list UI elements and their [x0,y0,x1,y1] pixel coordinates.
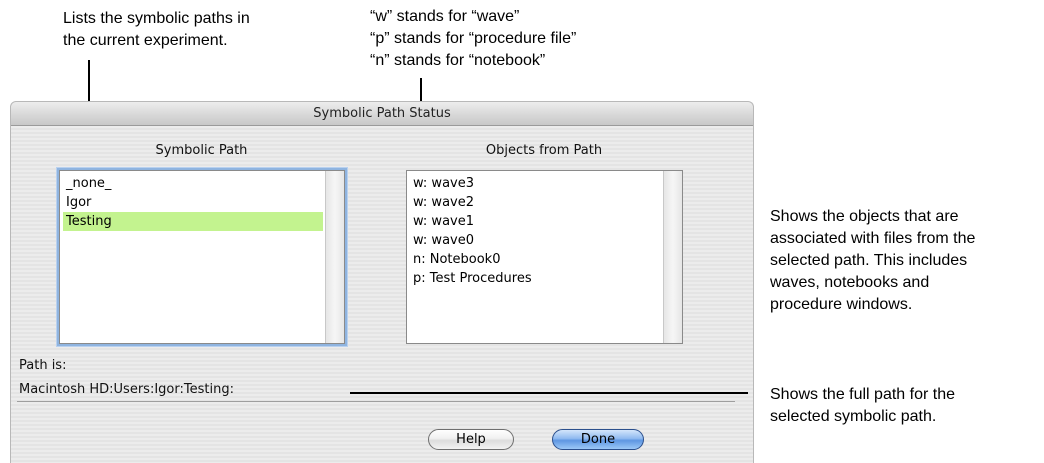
full-path-annotation: Shows the full path for the selected sym… [770,384,955,428]
path-label: Path is: [19,358,67,373]
symbolic-path-status-dialog: Symbolic Path Status Symbolic Path Objec… [10,101,754,463]
path-value: Macintosh HD:Users:Igor:Testing: [19,382,234,397]
annotation-line: “p” stands for “procedure file” [370,30,577,47]
annotation-line: procedure windows. [770,296,913,313]
annotation-line: “n” stands for “notebook” [370,52,546,69]
list-item[interactable]: _none_ [63,174,323,193]
annotation-line: selected symbolic path. [770,408,937,425]
symbolic-path-header: Symbolic Path [155,143,248,158]
objects-annotation: Shows the objects that are associated wi… [770,206,975,316]
list-item[interactable]: n: Notebook0 [410,250,661,269]
annotation-line: associated with files from the [770,230,976,247]
list-item-selected[interactable]: Testing [63,212,323,231]
objects-list[interactable]: w: wave3 w: wave2 w: wave1 w: wave0 n: N… [406,170,683,344]
annotation-line: the current experiment. [63,32,228,49]
separator [17,401,735,402]
list-item[interactable]: w: wave0 [410,231,661,250]
dialog-title: Symbolic Path Status [11,102,753,126]
scrollbar[interactable] [325,171,344,343]
callout-line-full-path [350,392,748,394]
scrollbar[interactable] [663,171,682,343]
list-item[interactable]: p: Test Procedures [410,269,661,288]
list-item[interactable]: w: wave1 [410,212,661,231]
list-item[interactable]: w: wave2 [410,193,661,212]
list-item[interactable]: w: wave3 [410,174,661,193]
objects-from-path-header: Objects from Path [485,143,603,158]
done-button[interactable]: Done [552,429,644,450]
prefix-legend-annotation: “w” stands for “wave” “p” stands for “pr… [370,6,576,72]
annotation-line: waves, notebooks and [770,274,930,291]
annotation-line: Lists the symbolic paths in [63,10,250,27]
annotation-line: “w” stands for “wave” [370,8,520,25]
symbolic-paths-annotation: Lists the symbolic paths in the current … [63,8,250,52]
annotation-line: Shows the objects that are [770,208,959,225]
annotation-line: Shows the full path for the [770,386,955,403]
help-button[interactable]: Help [428,429,514,450]
annotation-line: selected path. This includes [770,252,968,269]
symbolic-path-list[interactable]: _none_ Igor Testing [59,170,345,344]
list-item[interactable]: Igor [63,193,323,212]
